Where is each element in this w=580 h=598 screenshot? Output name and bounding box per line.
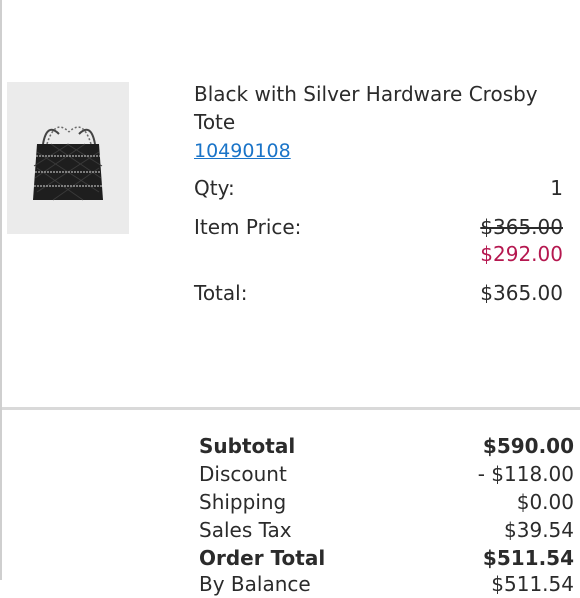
- sales-tax-value: $39.54: [504, 518, 574, 542]
- order-total-label: Order Total: [199, 546, 326, 570]
- balance-value: $511.54: [491, 572, 574, 596]
- discount-value: - $118.00: [477, 462, 574, 486]
- subtotal-label: Subtotal: [199, 434, 296, 458]
- line-total-label: Total:: [194, 281, 248, 305]
- balance-label: By Balance: [199, 572, 311, 596]
- product-thumbnail[interactable]: [7, 82, 129, 234]
- product-name: Black with Silver Hardware Crosby Tote: [194, 82, 538, 134]
- original-price: $365.00: [480, 215, 563, 239]
- left-border: [0, 0, 2, 580]
- product-sku-link[interactable]: 10490108: [194, 138, 291, 164]
- sales-tax-label: Sales Tax: [199, 518, 292, 542]
- section-divider: [2, 407, 580, 410]
- order-total-value: $511.54: [482, 546, 574, 570]
- subtotal-value: $590.00: [482, 434, 574, 458]
- qty-label: Qty:: [194, 176, 235, 200]
- line-total-value: $365.00: [480, 281, 563, 305]
- item-price-label: Item Price:: [194, 215, 302, 239]
- quilted-tote-bag-image: [33, 126, 103, 201]
- discount-label: Discount: [199, 462, 287, 486]
- shipping-label: Shipping: [199, 490, 287, 514]
- sale-price: $292.00: [480, 242, 563, 266]
- shipping-value: $0.00: [516, 490, 574, 514]
- qty-value: 1: [550, 176, 563, 200]
